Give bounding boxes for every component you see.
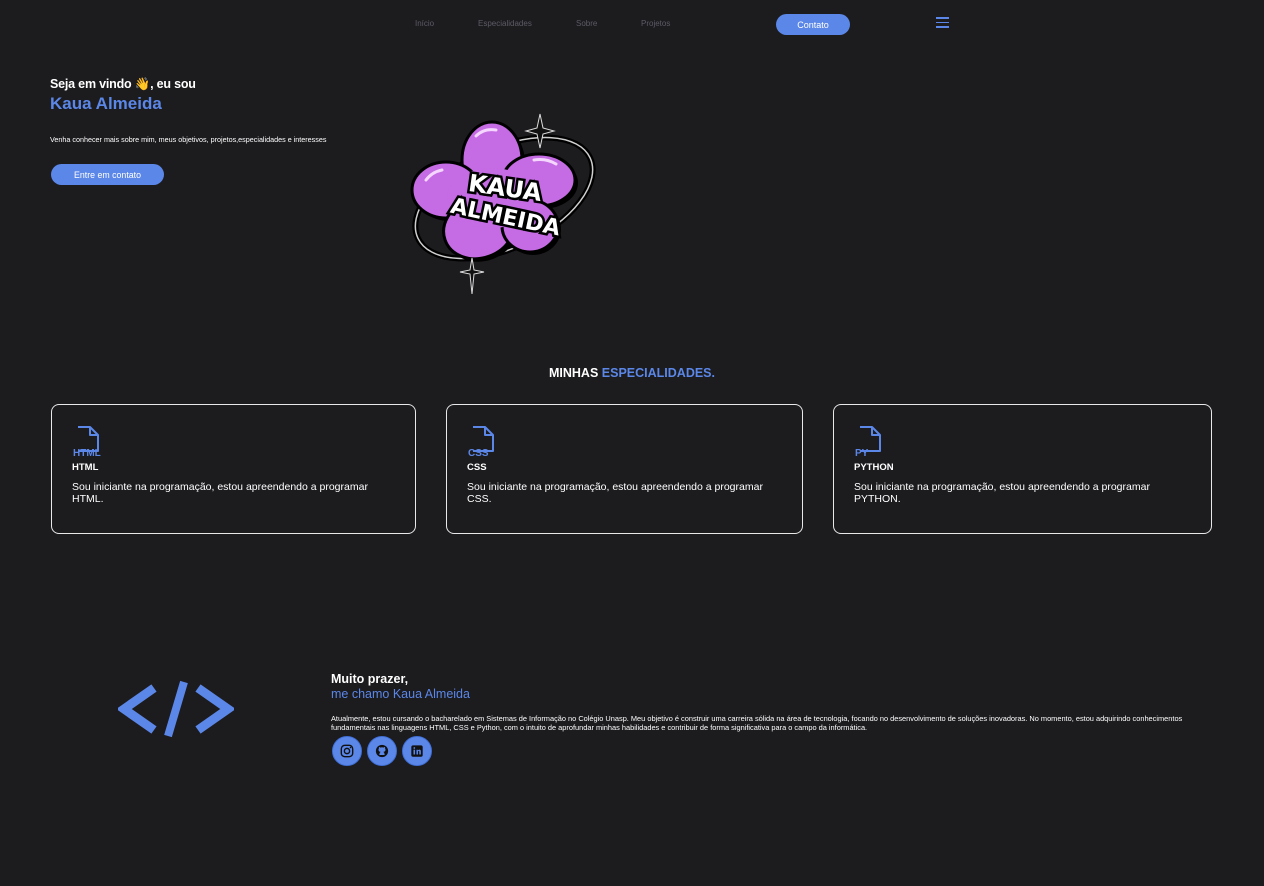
specialty-card-css: CSS CSS Sou iniciante na programação, es…: [446, 404, 803, 534]
specialties-title-accent: ESPECIALIDADES.: [601, 366, 715, 380]
about-greeting: Muito prazer,: [331, 672, 409, 686]
specialties-title: MINHAS ESPECIALIDADES.: [0, 366, 1264, 380]
nav-link-especialidades[interactable]: Especialidades: [478, 19, 532, 28]
code-brackets-icon: [118, 680, 234, 738]
card-description: Sou iniciante na programação, estou apre…: [854, 481, 1150, 505]
about-description: Atualmente, estou cursando o bacharelado…: [331, 714, 1183, 732]
linkedin-button[interactable]: [402, 736, 432, 766]
nav-link-projetos[interactable]: Projetos: [641, 19, 670, 28]
card-title: PYTHON: [854, 462, 894, 473]
name-logo-image: KAUA ALMEIDA: [410, 113, 596, 295]
hero-name: Kaua Almeida: [50, 94, 162, 113]
instagram-button[interactable]: [332, 736, 362, 766]
menu-icon[interactable]: [936, 17, 949, 29]
card-title: HTML: [72, 462, 99, 473]
card-title: CSS: [467, 462, 487, 473]
instagram-icon: [340, 744, 354, 758]
nav-link-sobre[interactable]: Sobre: [576, 19, 597, 28]
about-name: me chamo Kaua Almeida: [331, 687, 470, 701]
linkedin-icon: [411, 745, 423, 757]
hero-description: Venha conhecer mais sobre mim, meus obje…: [50, 135, 327, 144]
card-description: Sou iniciante na programação, estou apre…: [467, 481, 763, 505]
github-icon: [375, 744, 389, 758]
specialty-card-html: HTML HTML Sou iniciante na programação, …: [51, 404, 416, 534]
github-button[interactable]: [367, 736, 397, 766]
nav-link-inicio[interactable]: Início: [415, 19, 434, 28]
svg-text:HTML: HTML: [73, 448, 101, 457]
card-description: Sou iniciante na programação, estou apre…: [72, 481, 368, 505]
contact-button[interactable]: Contato: [776, 14, 850, 35]
html-file-icon: HTML: [73, 426, 101, 457]
specialty-card-python: PY PYTHON Sou iniciante na programação, …: [833, 404, 1212, 534]
top-nav: Início Especialidades Sobre Projetos Con…: [0, 0, 1264, 48]
hero-greeting: Seja em vindo 👋, eu sou: [50, 77, 196, 91]
css-file-icon: CSS: [468, 426, 494, 457]
specialties-title-prefix: MINHAS: [548, 366, 599, 380]
get-in-touch-button[interactable]: Entre em contato: [51, 164, 164, 185]
python-file-icon: PY: [855, 426, 881, 457]
svg-text:PY: PY: [855, 448, 869, 457]
svg-text:CSS: CSS: [468, 448, 489, 457]
